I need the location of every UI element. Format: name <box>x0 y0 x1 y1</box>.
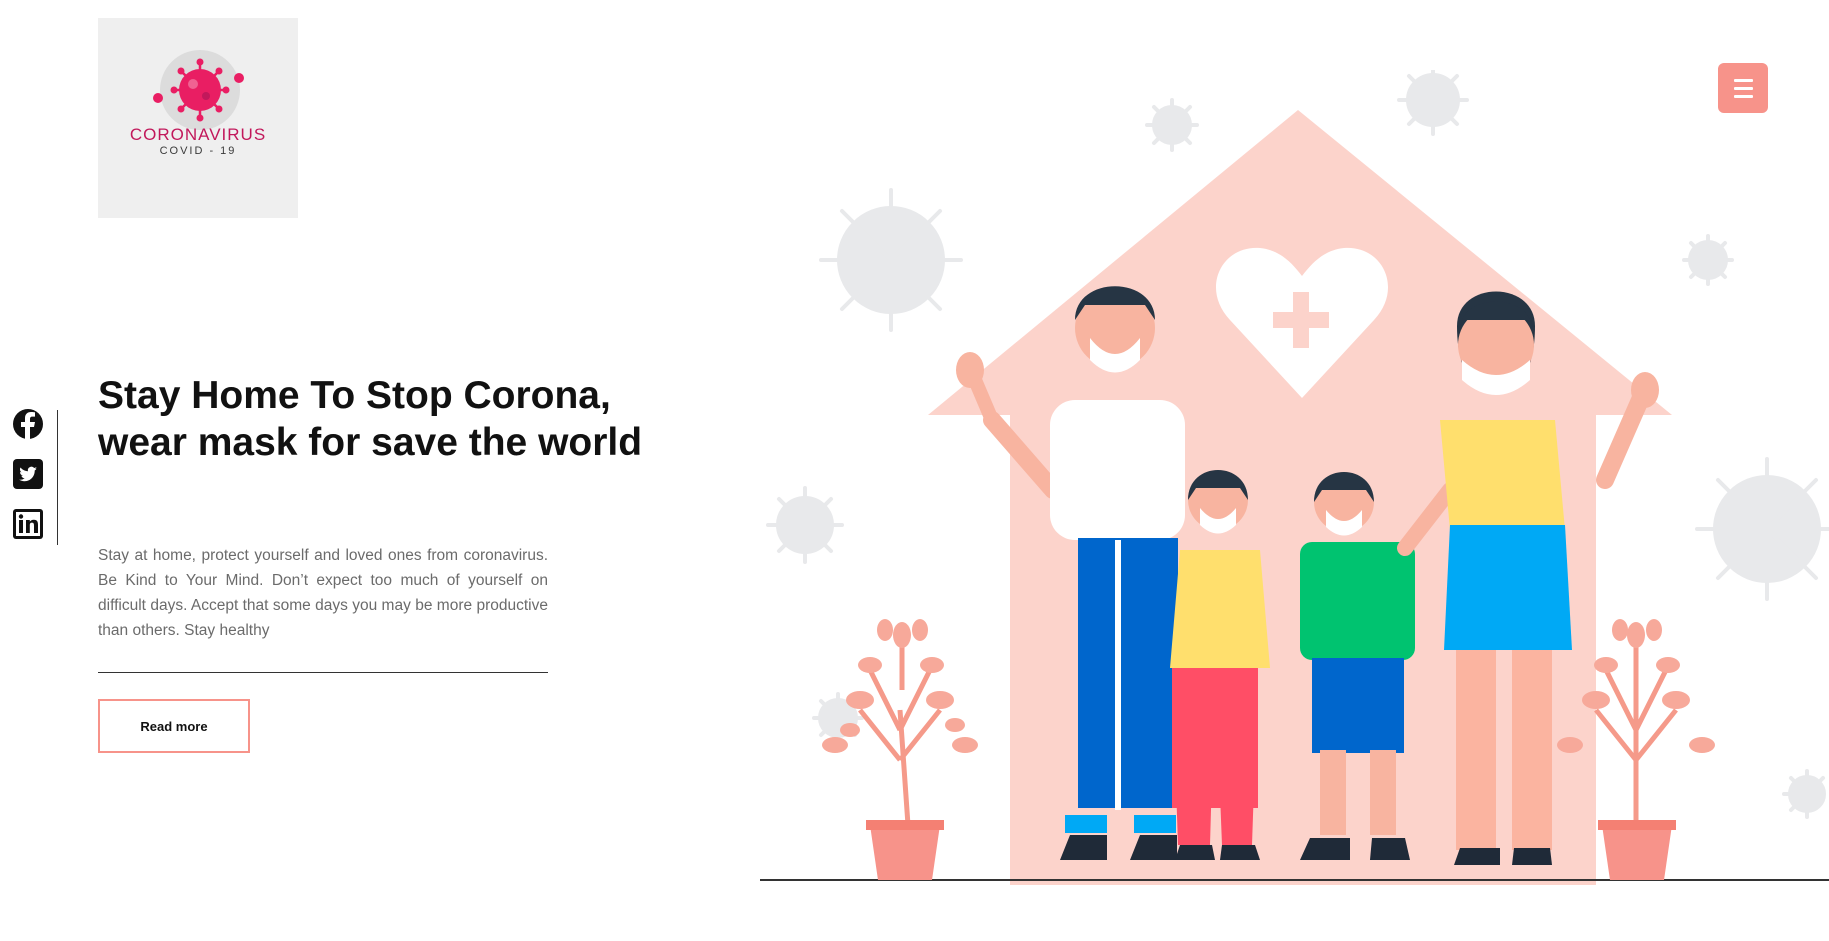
logo[interactable]: CORONAVIRUS COVID - 19 <box>98 18 298 218</box>
plant-left <box>822 619 978 880</box>
virus-icon <box>1782 769 1826 819</box>
virus-icon <box>1695 457 1829 601</box>
social-divider <box>57 410 58 545</box>
virus-logo-icon <box>153 50 244 130</box>
read-more-button[interactable]: Read more <box>98 699 250 753</box>
logo-subtitle: COVID - 19 <box>159 145 237 157</box>
twitter-icon[interactable] <box>12 458 44 490</box>
hero-description: Stay at home, protect yourself and loved… <box>98 547 548 639</box>
virus-icon <box>819 188 963 332</box>
facebook-icon[interactable] <box>12 408 44 440</box>
logo-title: CORONAVIRUS <box>129 125 267 144</box>
virus-icon <box>1145 98 1199 152</box>
virus-icon <box>1682 234 1734 286</box>
virus-icon <box>766 486 844 564</box>
divider <box>98 672 548 673</box>
virus-icon <box>1397 70 1469 136</box>
hero-title: Stay Home To Stop Corona, wear mask for … <box>98 374 643 464</box>
linkedin-icon[interactable] <box>12 508 44 540</box>
family-stay-home-illustration <box>760 70 1829 885</box>
